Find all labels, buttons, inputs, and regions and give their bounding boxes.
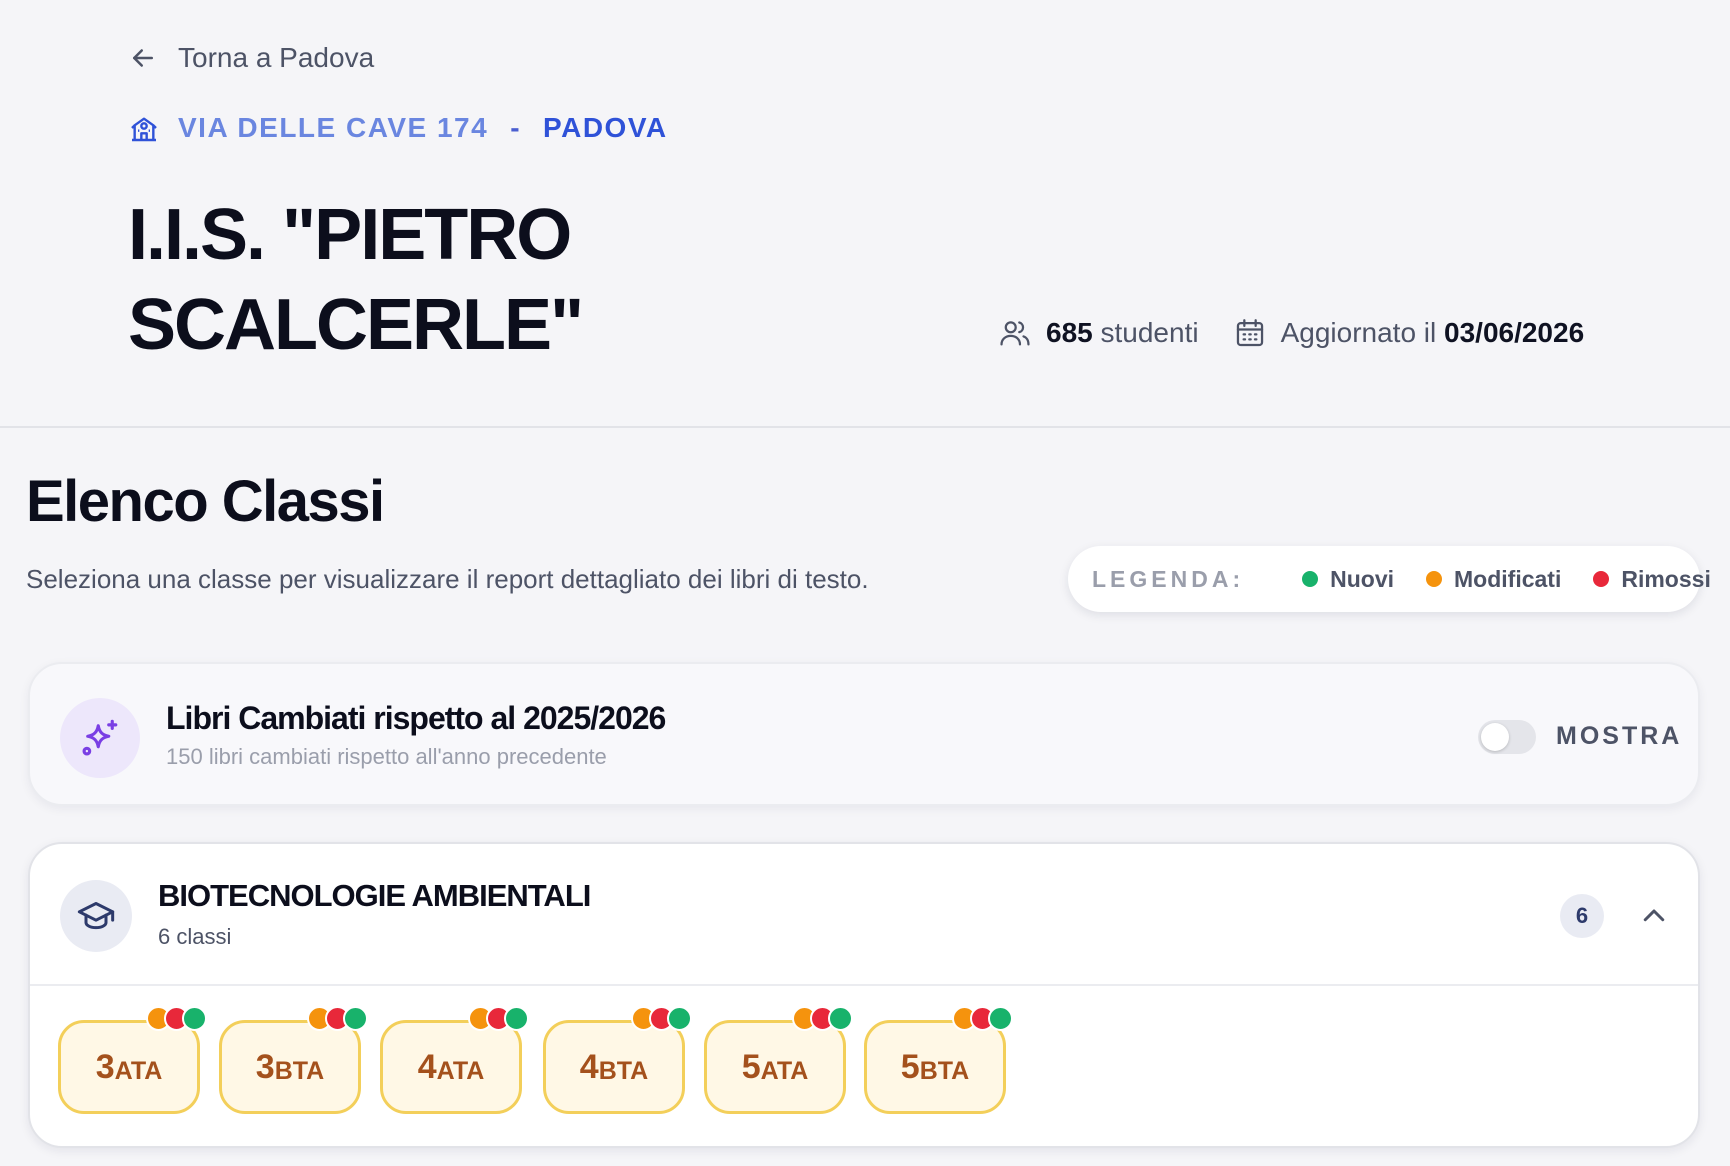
chevron-up-icon (1643, 909, 1665, 922)
students-label: studenti (1100, 317, 1199, 348)
show-changed-toggle-label[interactable]: MOSTRA (1556, 722, 1682, 751)
legend-label: LEGENDA: (1092, 565, 1245, 592)
status-dot-icon (1426, 571, 1443, 587)
legend: LEGENDA: Nuovi Modificati Rimossi (1068, 546, 1711, 612)
class-grade: 5 (741, 1047, 761, 1086)
updated-label: Aggiornato il (1280, 317, 1437, 348)
updated-date: 03/06/2026 (1444, 317, 1585, 348)
legend-item-modified: Modificati (1426, 566, 1561, 593)
change-status-dots (468, 1006, 529, 1031)
school-meta: 685 studenti Aggiornato il 03/06/2026 (998, 316, 1584, 350)
page-title: I.I.S. "PIETRO SCALCERLE" (128, 195, 584, 365)
section-title: Elenco Classi (26, 469, 385, 534)
back-link[interactable]: Torna a Padova (128, 42, 374, 74)
collapse-toggle[interactable] (1634, 896, 1674, 936)
class-grade: 3 (255, 1047, 275, 1086)
changed-books-subtitle: 150 libri cambiati rispetto all'anno pre… (166, 744, 607, 769)
section-subtitle: Seleziona una classe per visualizzare il… (26, 564, 869, 594)
status-dot-icon (1593, 571, 1610, 587)
class-chip-5ata[interactable]: 5 ATA (704, 1006, 853, 1114)
class-chip-4bta[interactable]: 4 BTA (543, 1006, 692, 1114)
class-group-count-text: 6 classi (158, 924, 232, 949)
sparkle-badge (60, 698, 140, 778)
class-chip-3bta[interactable]: 3 BTA (219, 1006, 368, 1114)
graduation-cap-icon (77, 902, 115, 930)
class-group-card: BIOTECNOLOGIE AMBIENTALI 6 classi 6 3 ATA… (28, 842, 1700, 1148)
change-status-dots (146, 1006, 207, 1031)
status-dot-icon (667, 1006, 692, 1031)
changed-books-title: Libri Cambiati rispetto al 2025/2026 (166, 700, 666, 736)
back-link-label: Torna a Padova (178, 42, 375, 73)
class-chip-4ata[interactable]: 4 ATA (380, 1006, 529, 1114)
class-section: ATA (436, 1056, 485, 1085)
status-dot-icon (828, 1006, 853, 1031)
class-group-title: BIOTECNOLOGIE AMBIENTALI (158, 878, 591, 913)
class-section: ATA (114, 1056, 163, 1085)
status-dot-icon (504, 1006, 529, 1031)
class-grade: 4 (579, 1047, 599, 1086)
status-dot-icon (343, 1006, 368, 1031)
class-section: BTA (919, 1056, 970, 1085)
legend-item-removed: Rimossi (1593, 566, 1711, 593)
change-status-dots (631, 1006, 692, 1031)
class-section: ATA (760, 1056, 809, 1085)
class-section: BTA (274, 1056, 325, 1085)
school-address: VIA DELLE CAVE 174 - PADOVA (128, 112, 668, 144)
class-chip-5bta[interactable]: 5 BTA (864, 1006, 1013, 1114)
school-header: Torna a Padova VIA DELLE CAVE 174 - PADO… (0, 0, 1730, 428)
status-dot-icon (1302, 571, 1319, 587)
updated-stat: Aggiornato il 03/06/2026 (1233, 316, 1585, 350)
class-chip-3ata[interactable]: 3 ATA (58, 1006, 207, 1114)
change-status-dots (307, 1006, 368, 1031)
graduation-badge (60, 880, 132, 952)
students-count: 685 (1046, 317, 1093, 348)
address-separator: - (510, 112, 522, 143)
sparkles-icon (82, 719, 118, 756)
arrow-left-icon (133, 49, 153, 67)
changed-books-card: Libri Cambiati rispetto al 2025/2026 150… (28, 662, 1700, 806)
change-status-dots (952, 1006, 1013, 1031)
class-grade: 5 (900, 1047, 920, 1086)
class-section: BTA (598, 1056, 649, 1085)
show-changed-toggle[interactable] (1478, 720, 1536, 754)
address-city[interactable]: PADOVA (543, 112, 668, 144)
calendar-icon (1236, 319, 1263, 347)
class-grade: 3 (95, 1047, 115, 1086)
users-icon (1000, 321, 1030, 346)
status-dot-icon (182, 1006, 207, 1031)
change-status-dots (792, 1006, 853, 1031)
students-stat: 685 studenti (998, 316, 1199, 350)
class-count-badge: 6 (1560, 894, 1604, 938)
toggle-knob (1481, 723, 1509, 751)
class-group-header[interactable]: BIOTECNOLOGIE AMBIENTALI 6 classi 6 (30, 844, 1698, 986)
status-dot-icon (988, 1006, 1013, 1031)
address-street: VIA DELLE CAVE 174 (178, 112, 489, 143)
legend-item-new: Nuovi (1302, 566, 1394, 593)
school-building-icon (131, 117, 157, 142)
class-grade: 4 (417, 1047, 437, 1086)
